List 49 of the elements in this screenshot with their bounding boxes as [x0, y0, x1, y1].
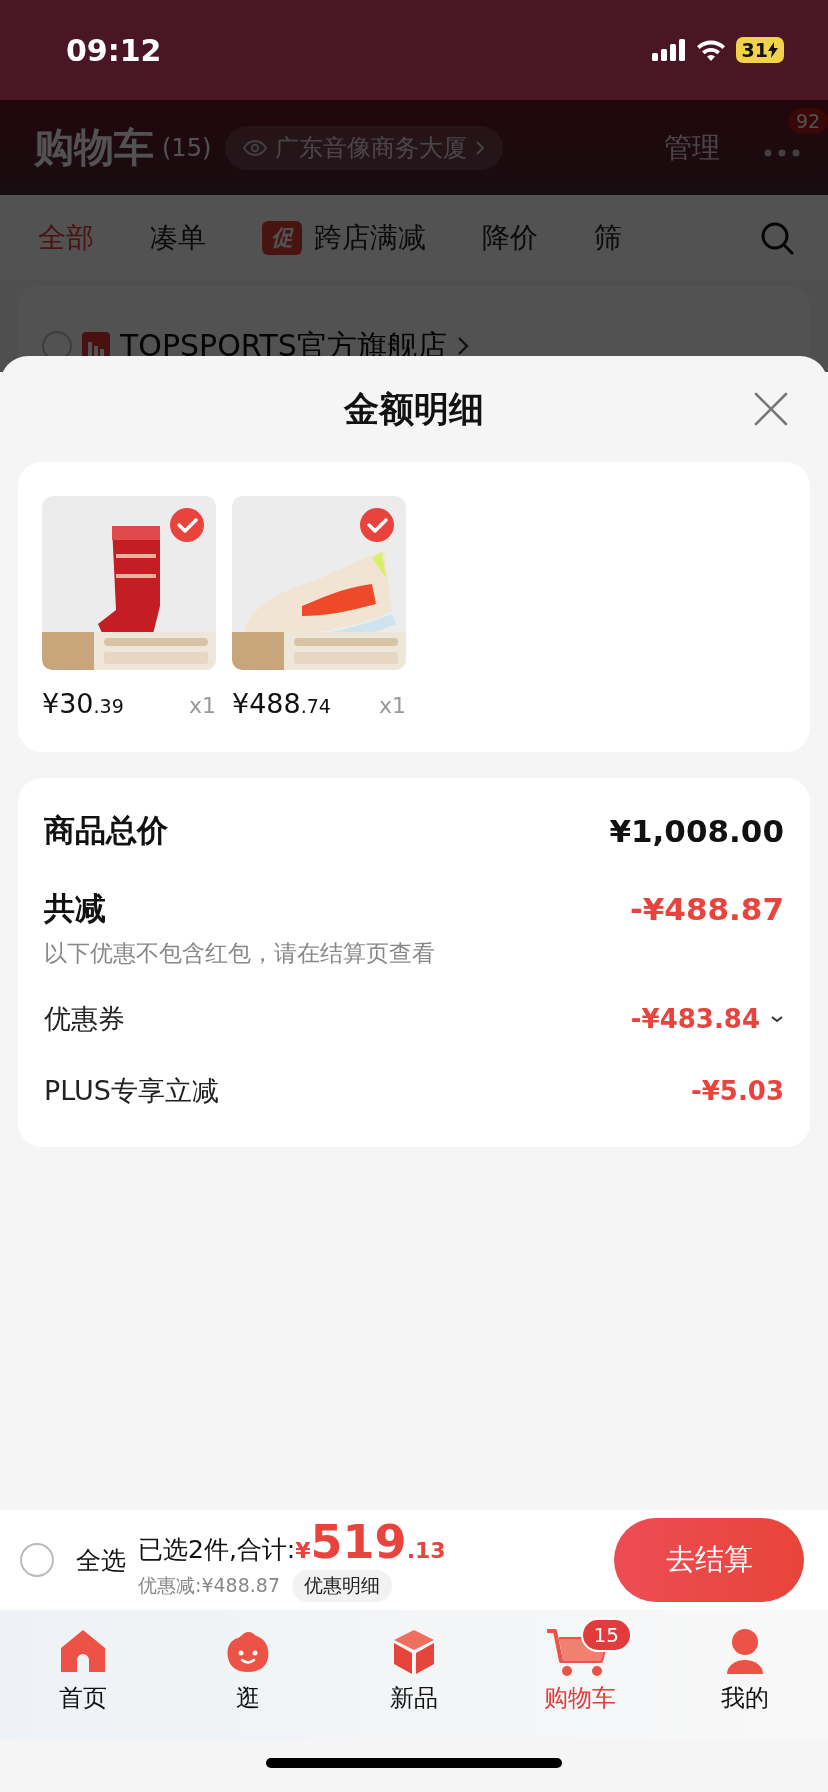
signal-icon: [651, 39, 686, 61]
product-quantity: x1: [188, 693, 216, 718]
select-all-label[interactable]: 全选: [76, 1543, 126, 1577]
cart-count-badge: 15: [580, 1618, 633, 1652]
promo-tag: 促: [262, 220, 302, 255]
filter-tab[interactable]: 凑单: [150, 218, 206, 257]
item-count: (15): [162, 133, 212, 162]
row-value: -¥483.84: [630, 1004, 760, 1034]
filter-tab[interactable]: 降价: [482, 218, 538, 257]
close-icon[interactable]: [754, 392, 788, 426]
wifi-icon: [695, 39, 726, 61]
row-label: 商品总价: [44, 811, 168, 850]
discount-detail-button[interactable]: 优惠明细: [292, 1569, 392, 1602]
row-value: ¥1,008.00: [609, 813, 784, 849]
battery-indicator: 31: [735, 37, 784, 63]
selected-summary: 已选2件,合计:: [138, 1533, 296, 1566]
search-icon[interactable]: [760, 220, 794, 255]
page-title: 购物车: [34, 123, 154, 172]
product-price: ¥488.74: [232, 688, 331, 719]
tab-bar-item[interactable]: 15 购物车: [496, 1610, 663, 1740]
select-all-checkbox[interactable]: [20, 1543, 54, 1577]
tab-bar-item[interactable]: 我的: [662, 1610, 828, 1740]
charging-icon: [768, 42, 778, 58]
sheet-title: 金额明细: [344, 387, 484, 431]
discount-text: 优惠减:¥488.87: [138, 1572, 280, 1598]
row-value: -¥5.03: [690, 1076, 784, 1106]
filter-tab[interactable]: 促 跨店满减: [262, 218, 426, 257]
filter-tab[interactable]: 全部: [38, 218, 94, 257]
row-label: 优惠券: [44, 1002, 125, 1036]
chevron-down-icon[interactable]: [770, 1014, 784, 1024]
total-amount: ¥519.13: [295, 1518, 446, 1565]
row-label: 共减: [44, 889, 106, 928]
status-time: 09:12: [66, 32, 163, 68]
row-label: PLUS专享立减: [44, 1074, 219, 1108]
tab-bar-item[interactable]: 首页: [0, 1610, 166, 1740]
tab-bar-item[interactable]: 逛: [165, 1610, 332, 1740]
notification-badge: 92: [788, 108, 828, 134]
chevron-right-icon[interactable]: [456, 336, 469, 356]
tab-bar-item[interactable]: 新品: [331, 1610, 497, 1740]
filter-tab[interactable]: 筛: [594, 218, 622, 257]
row-note: 以下优惠不包含红包，请在结算页查看: [44, 939, 436, 968]
product-quantity: x1: [378, 693, 406, 718]
checkout-button[interactable]: 去结算: [614, 1518, 804, 1602]
chevron-right-icon: [475, 139, 486, 156]
check-icon[interactable]: [170, 508, 204, 542]
eye-icon: [243, 139, 268, 156]
product-price: ¥30.39: [42, 688, 124, 719]
row-value: -¥488.87: [629, 891, 784, 927]
check-icon[interactable]: [360, 508, 394, 542]
